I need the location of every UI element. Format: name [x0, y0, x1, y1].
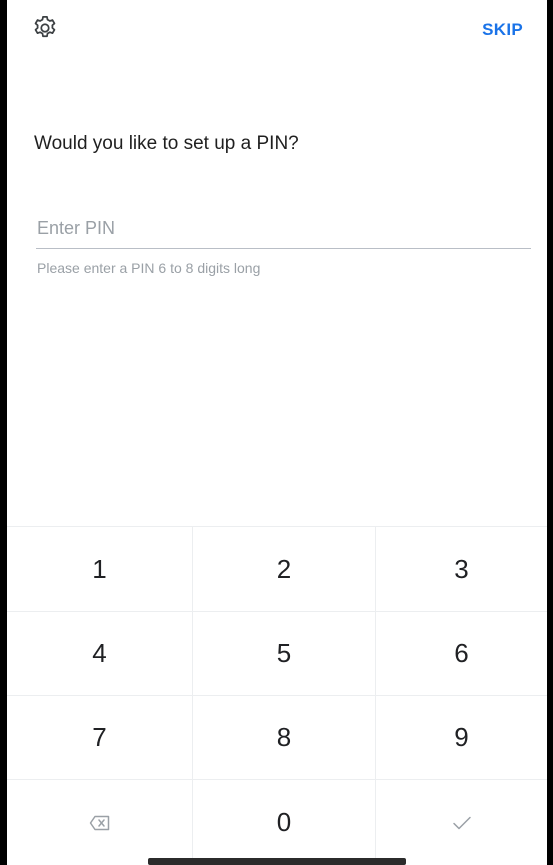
pin-input[interactable]: [36, 214, 531, 249]
key-3[interactable]: 3: [376, 527, 547, 612]
delete-key[interactable]: [7, 780, 193, 865]
key-1[interactable]: 1: [7, 527, 193, 612]
key-0[interactable]: 0: [193, 780, 376, 865]
pin-hint: Please enter a PIN 6 to 8 digits long: [37, 260, 261, 276]
key-6[interactable]: 6: [376, 612, 547, 696]
top-bar: SKIP: [7, 0, 547, 60]
key-2[interactable]: 2: [193, 527, 376, 612]
backspace-icon: [89, 815, 111, 831]
pin-setup-screen: SKIP Would you like to set up a PIN? Ple…: [7, 0, 547, 865]
key-5[interactable]: 5: [193, 612, 376, 696]
gear-icon[interactable]: [31, 14, 59, 42]
page-title: Would you like to set up a PIN?: [34, 133, 299, 154]
key-7[interactable]: 7: [7, 696, 193, 780]
key-4[interactable]: 4: [7, 612, 193, 696]
numeric-keypad: 1 2 3 4 5 6 7 8 9 0: [7, 526, 547, 865]
confirm-key[interactable]: [376, 780, 547, 865]
key-9[interactable]: 9: [376, 696, 547, 780]
checkmark-icon: [452, 815, 472, 831]
key-8[interactable]: 8: [193, 696, 376, 780]
skip-button[interactable]: SKIP: [482, 20, 523, 40]
home-indicator: [148, 858, 406, 865]
